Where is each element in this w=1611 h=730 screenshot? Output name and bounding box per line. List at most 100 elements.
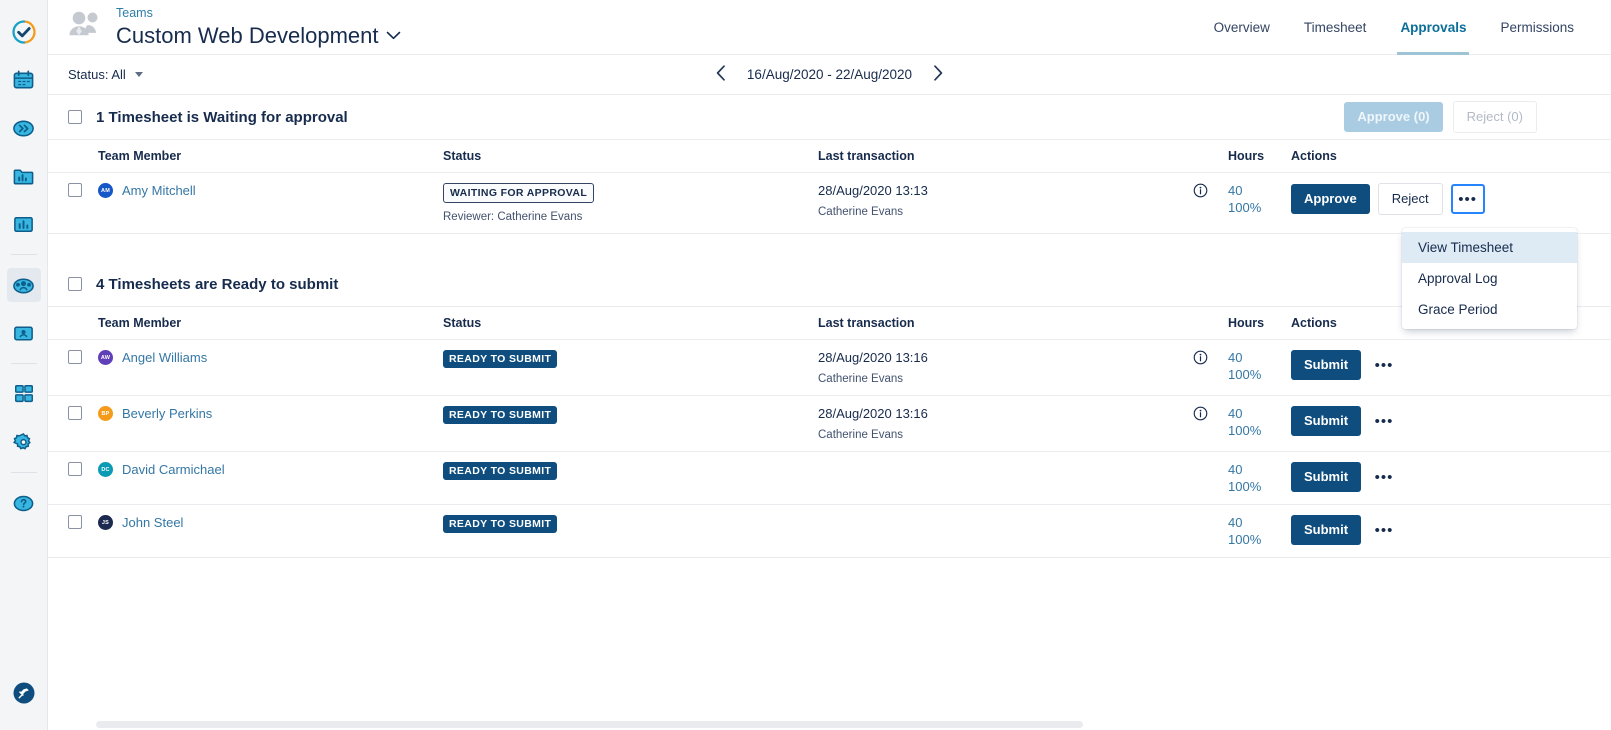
status-filter-dropdown[interactable]: Status: All	[68, 67, 143, 82]
chevron-down-icon[interactable]	[386, 28, 401, 43]
row-select-checkbox[interactable]	[68, 350, 82, 364]
table-row: JS John Steel READY TO SUBMIT 40 100% Su…	[48, 504, 1611, 558]
page-title: Custom Web Development	[116, 23, 379, 48]
hours-percent[interactable]: 100%	[1228, 200, 1291, 215]
menu-item-view-timesheet[interactable]: View Timesheet	[1402, 232, 1577, 263]
tab-timesheet[interactable]: Timesheet	[1287, 0, 1384, 55]
member-name-link[interactable]: Beverly Perkins	[122, 406, 212, 421]
week-picker: 16/Aug/2020 - 22/Aug/2020	[700, 63, 960, 86]
main-area: Teams Custom Web Development Overview Ti…	[48, 0, 1611, 730]
info-cell	[1173, 451, 1228, 505]
last-transaction-cell	[818, 451, 1173, 505]
breadcrumb[interactable]: Teams	[116, 5, 401, 21]
logo-check-icon[interactable]	[7, 15, 41, 49]
prev-week-button[interactable]	[711, 63, 731, 86]
sidebar-item-teams[interactable]	[6, 268, 41, 302]
reject-button[interactable]: Reject	[1377, 183, 1443, 215]
help-icon[interactable]	[7, 486, 41, 520]
last-transaction-cell: 28/Aug/2020 13:13 Catherine Evans	[818, 172, 1173, 234]
rail-divider	[10, 254, 37, 255]
hours-value[interactable]: 40	[1228, 406, 1291, 421]
tab-approvals[interactable]: Approvals	[1383, 0, 1483, 55]
filter-bar: Status: All 16/Aug/2020 - 22/Aug/2020	[48, 55, 1611, 95]
tab-permissions[interactable]: Permissions	[1483, 0, 1591, 55]
member-name-link[interactable]: John Steel	[122, 515, 183, 530]
status-badge: READY TO SUBMIT	[443, 406, 558, 424]
team-title-row[interactable]: Custom Web Development	[116, 22, 401, 49]
row-actions: Submit •••	[1291, 462, 1611, 492]
member[interactable]: JS John Steel	[98, 515, 443, 530]
member-name-link[interactable]: Angel Williams	[122, 350, 207, 365]
more-options-button[interactable]: •••	[1369, 462, 1400, 492]
submit-button[interactable]: Submit	[1291, 350, 1362, 380]
approve-button[interactable]: Approve	[1291, 184, 1370, 214]
table-row: AM Amy Mitchell WAITING FOR APPROVAL Rev…	[48, 172, 1611, 234]
row-select-checkbox[interactable]	[68, 183, 82, 197]
hours-value[interactable]: 40	[1228, 462, 1291, 477]
status-filter-label: Status: All	[68, 67, 126, 82]
member[interactable]: AW Angel Williams	[98, 350, 443, 365]
calendar-icon[interactable]	[7, 63, 41, 97]
th-status: Status	[443, 307, 818, 340]
user-card-icon[interactable]	[7, 316, 41, 350]
submit-button[interactable]: Submit	[1291, 462, 1362, 492]
th-info	[1173, 140, 1228, 173]
avatar: AW	[98, 350, 113, 365]
more-options-button[interactable]: •••	[1450, 184, 1485, 214]
hours-percent[interactable]: 100%	[1228, 423, 1291, 438]
table-row: DC David Carmichael READY TO SUBMIT 40 1…	[48, 451, 1611, 505]
folder-chart-icon[interactable]	[7, 159, 41, 193]
last-transaction-cell: 28/Aug/2020 13:16 Catherine Evans	[818, 395, 1173, 452]
more-options-button[interactable]: •••	[1369, 406, 1400, 436]
bar-chart-icon[interactable]	[7, 207, 41, 241]
info-icon[interactable]	[1193, 183, 1208, 201]
actions-cell: Submit •••	[1291, 504, 1611, 558]
row-select-checkbox[interactable]	[68, 406, 82, 420]
info-icon[interactable]	[1193, 350, 1208, 368]
last-transaction-date: 28/Aug/2020 13:16	[818, 406, 928, 421]
status-cell: WAITING FOR APPROVAL Reviewer: Catherine…	[443, 172, 818, 234]
status-cell: READY TO SUBMIT	[443, 339, 818, 396]
team-avatar-icon	[64, 8, 106, 46]
row-select-checkbox[interactable]	[68, 515, 82, 529]
next-week-button[interactable]	[928, 63, 948, 86]
row-select-checkbox[interactable]	[68, 462, 82, 476]
waiting-table-body: AM Amy Mitchell WAITING FOR APPROVAL Rev…	[48, 172, 1611, 234]
menu-item-approval-log[interactable]: Approval Log	[1402, 263, 1577, 294]
tab-overview[interactable]: Overview	[1197, 0, 1287, 55]
submit-button[interactable]: Submit	[1291, 515, 1362, 545]
submit-button[interactable]: Submit	[1291, 406, 1362, 436]
chevrons-right-icon[interactable]	[7, 111, 41, 145]
info-icon[interactable]	[1193, 406, 1208, 424]
gear-icon[interactable]	[7, 425, 41, 459]
more-options-button[interactable]: •••	[1369, 515, 1400, 545]
reject-all-button[interactable]: Reject (0)	[1452, 101, 1537, 133]
people-icon	[13, 278, 34, 293]
member-name-link[interactable]: Amy Mitchell	[122, 183, 196, 198]
avatar: DC	[98, 462, 113, 477]
info-cell	[1173, 339, 1228, 396]
hours-value[interactable]: 40	[1228, 515, 1291, 530]
th-hours: Hours	[1228, 307, 1291, 340]
approve-all-button[interactable]: Approve (0)	[1344, 102, 1443, 132]
pin-icon[interactable]	[7, 676, 41, 710]
row-actions: Submit •••	[1291, 350, 1611, 380]
horizontal-scrollbar[interactable]	[96, 721, 1083, 728]
member[interactable]: AM Amy Mitchell	[98, 183, 443, 198]
waiting-header-row: Team Member Status Last transaction Hour…	[48, 140, 1611, 173]
grid-apps-icon[interactable]	[7, 377, 41, 411]
select-all-waiting-checkbox[interactable]	[68, 110, 82, 124]
member[interactable]: BP Beverly Perkins	[98, 406, 443, 421]
hours-value[interactable]: 40	[1228, 350, 1291, 365]
hours-percent[interactable]: 100%	[1228, 479, 1291, 494]
hours-percent[interactable]: 100%	[1228, 367, 1291, 382]
select-all-ready-checkbox[interactable]	[68, 277, 82, 291]
member-name-link[interactable]: David Carmichael	[122, 462, 225, 477]
th-team-member: Team Member	[98, 307, 443, 340]
actions-cell: Approve Reject •••	[1291, 172, 1611, 234]
menu-item-grace-period[interactable]: Grace Period	[1402, 294, 1577, 325]
hours-percent[interactable]: 100%	[1228, 532, 1291, 547]
hours-value[interactable]: 40	[1228, 183, 1291, 198]
more-options-button[interactable]: •••	[1369, 350, 1400, 380]
member[interactable]: DC David Carmichael	[98, 462, 443, 477]
